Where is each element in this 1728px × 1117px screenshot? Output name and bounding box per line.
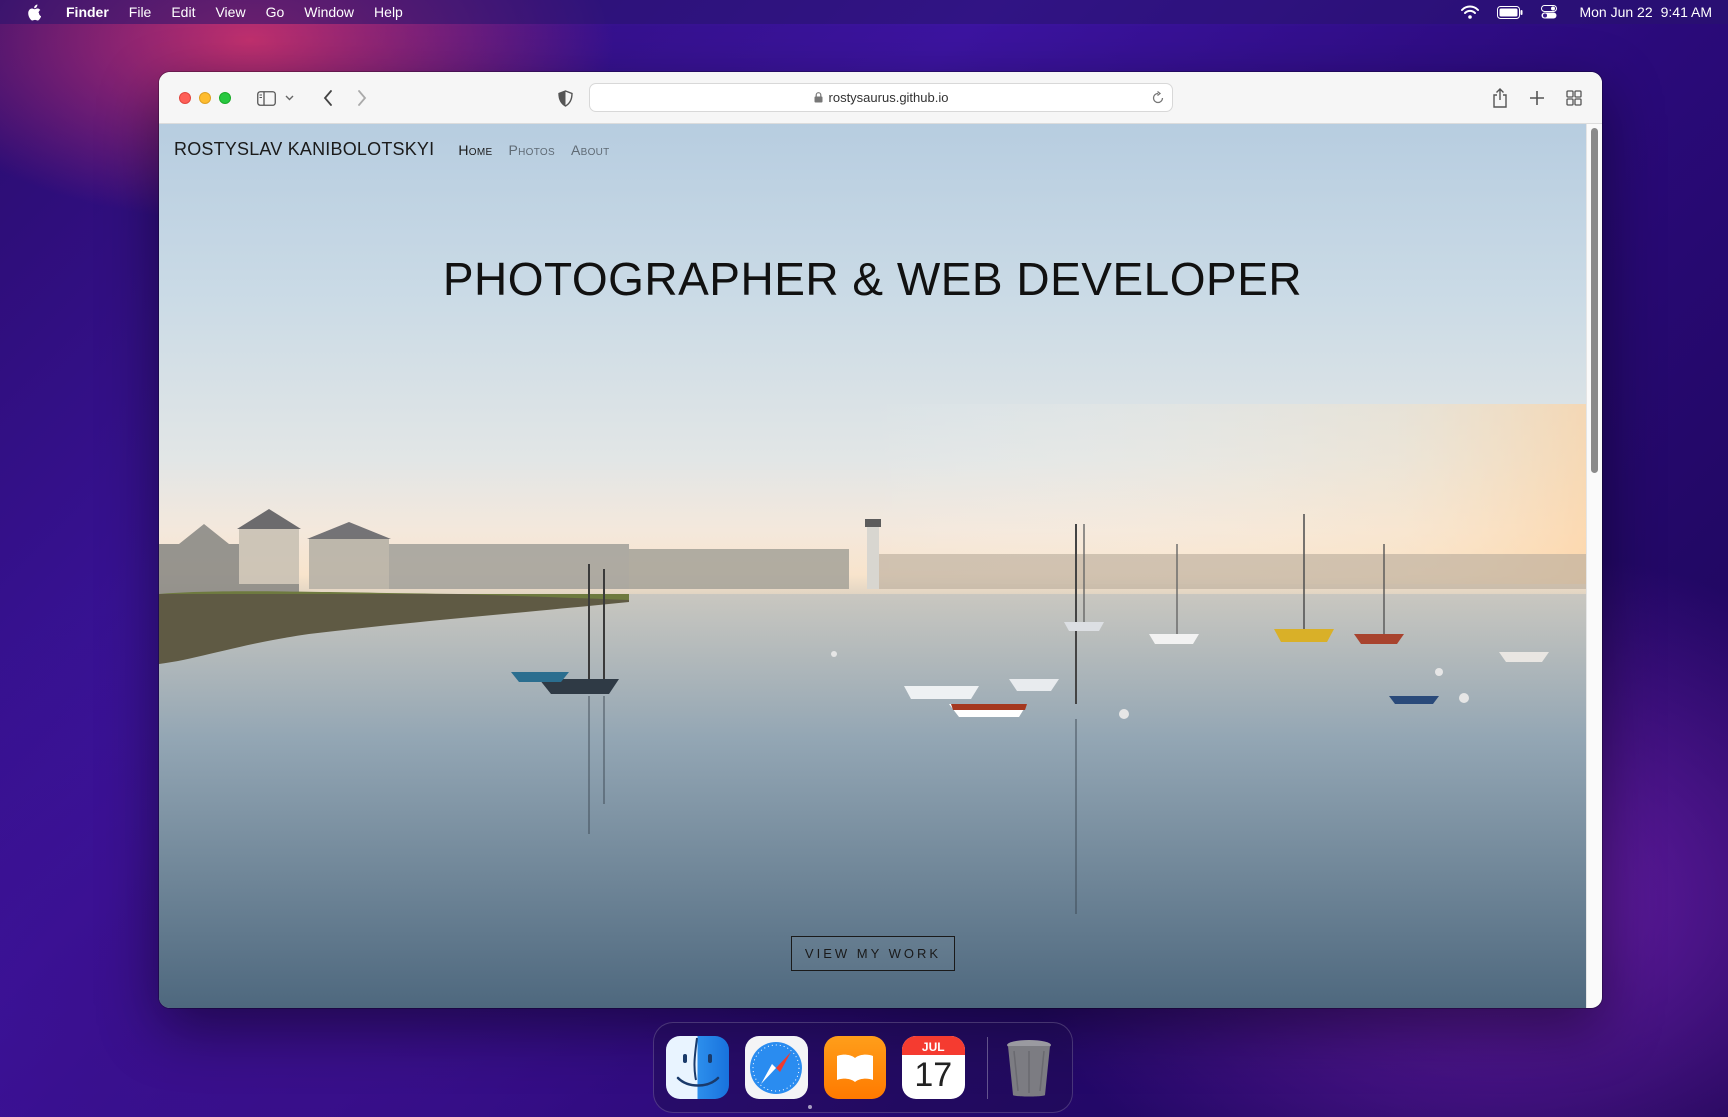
calendar-day: 17 [914, 1056, 953, 1094]
site-brand[interactable]: ROSTYSLAV KANIBOLOTSKYI [174, 139, 434, 160]
lock-icon [814, 92, 823, 103]
menu-edit[interactable]: Edit [171, 4, 195, 20]
nav-about[interactable]: About [571, 142, 610, 158]
browser-toolbar: rostysaurus.github.io [159, 72, 1602, 124]
running-app-indicator [808, 1105, 812, 1109]
finder-icon[interactable] [666, 1036, 729, 1099]
browser-window: rostysaurus.github.io ROSTYSLAV KANIBOLO… [159, 72, 1602, 1008]
window-minimize-button[interactable] [199, 92, 211, 104]
menu-help[interactable]: Help [374, 4, 403, 20]
window-zoom-button[interactable] [219, 92, 231, 104]
menubar-time[interactable]: 9:41 AM [1661, 4, 1712, 20]
url-text: rostysaurus.github.io [828, 90, 949, 105]
menu-view[interactable]: View [215, 4, 245, 20]
menu-bar: Finder File Edit View Go Window Help Mon… [0, 0, 1728, 24]
back-icon[interactable] [319, 86, 337, 110]
web-page: ROSTYSLAV KANIBOLOTSKYI Home Photos Abou… [159, 124, 1602, 1008]
status-area: Mon Jun 22 9:41 AM [1443, 4, 1712, 20]
nav-photos[interactable]: Photos [508, 142, 555, 158]
site-nav: ROSTYSLAV KANIBOLOTSKYI Home Photos Abou… [174, 139, 626, 165]
forward-icon[interactable] [353, 86, 371, 110]
window-close-button[interactable] [179, 92, 191, 104]
view-my-work-button[interactable]: VIEW MY WORK [791, 936, 955, 971]
address-bar[interactable]: rostysaurus.github.io [589, 83, 1173, 112]
safari-icon[interactable] [745, 1036, 808, 1099]
chevron-down-icon[interactable] [283, 86, 295, 110]
apple-icon[interactable] [26, 3, 42, 21]
menubar-date[interactable]: Mon Jun 22 [1579, 4, 1652, 20]
privacy-shield-icon[interactable] [555, 86, 575, 110]
trash-icon[interactable] [997, 1036, 1060, 1099]
new-tab-icon[interactable] [1527, 86, 1547, 110]
calendar-month: JUL [902, 1036, 965, 1055]
battery-icon[interactable] [1497, 5, 1523, 19]
control-center-icon[interactable] [1541, 5, 1558, 19]
sidebar-toggle-icon[interactable] [255, 86, 277, 110]
menu-go[interactable]: Go [266, 4, 285, 20]
share-icon[interactable] [1490, 86, 1510, 110]
dock: JUL 17 [653, 1022, 1073, 1113]
calendar-icon[interactable]: JUL 17 [902, 1036, 965, 1099]
scrollbar-thumb[interactable] [1591, 128, 1598, 473]
menu-app-name[interactable]: Finder [66, 4, 109, 20]
tab-overview-icon[interactable] [1564, 86, 1584, 110]
nav-home[interactable]: Home [458, 142, 492, 158]
menu-file[interactable]: File [129, 4, 152, 20]
scrollbar[interactable] [1586, 124, 1602, 1008]
wifi-icon[interactable] [1461, 5, 1480, 19]
menu-window[interactable]: Window [304, 4, 354, 20]
dock-separator [986, 1036, 988, 1099]
hero-title: PHOTOGRAPHER & WEB DEVELOPER [442, 253, 1303, 305]
books-icon[interactable] [823, 1036, 886, 1099]
reload-icon[interactable] [1152, 91, 1164, 104]
